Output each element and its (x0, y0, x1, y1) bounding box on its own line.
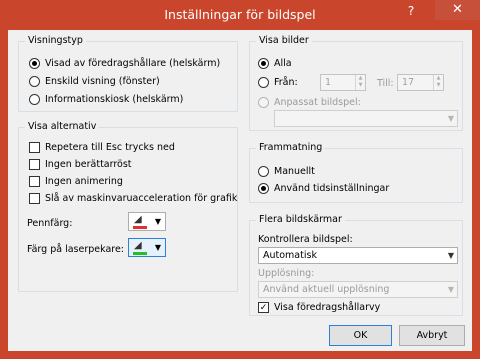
checkbox-label: Ingen berättarröst (45, 158, 132, 170)
group-flera-bildskarmar: Flera bildskärmar Kontrollera bildspel: … (249, 214, 463, 316)
chevron-down-icon: ▼ (154, 217, 161, 226)
pen-color-button[interactable]: ◢ ▼ (128, 212, 166, 231)
radio-from-slides[interactable]: Från: (258, 75, 298, 89)
to-slide-input[interactable]: 17 ▲ ▼ (397, 74, 444, 91)
checkbox[interactable]: ✓ (258, 301, 269, 313)
monitor-label: Kontrollera bildspel: (258, 233, 353, 245)
checkbox-label: Visa föredragshållarvy (274, 301, 381, 313)
group-frammatning: Frammatning Manuellt Använd tidsinställn… (249, 142, 463, 203)
to-label: Till: (377, 77, 394, 89)
radio-button[interactable] (258, 57, 269, 69)
pen-color-swatch (133, 226, 147, 229)
checkbox-no-narration[interactable]: Ingen berättarröst (29, 157, 132, 171)
group-title-flera-bildskarmar: Flera bildskärmar (256, 214, 345, 226)
radio-option-presenter[interactable]: Visad av föredragshållare (helskärm) (29, 56, 220, 70)
laser-color-swatch (133, 252, 147, 255)
laser-color-button[interactable]: ◢ ▼ (128, 238, 166, 257)
monitor-select[interactable]: Automatisk ▼ (258, 247, 458, 264)
checkbox-label: Repetera till Esc trycks ned (45, 141, 175, 153)
radio-label: Anpassat bildspel: (274, 96, 361, 108)
radio-label: Visad av föredragshållare (helskärm) (45, 57, 221, 69)
radio-manual[interactable]: Manuellt (258, 164, 315, 178)
group-title-visa-alternativ: Visa alternativ (25, 121, 100, 133)
radio-label: Enskild visning (fönster) (45, 75, 160, 87)
spin-arrows-icon[interactable]: ▲ ▼ (355, 75, 365, 90)
group-visningstyp: Visningstyp Visad av föredragshållare (h… (18, 35, 238, 112)
checkbox-loop[interactable]: Repetera till Esc trycks ned (29, 140, 175, 154)
cancel-button[interactable]: Avbryt (399, 325, 465, 346)
checkbox-disable-hw-accel[interactable]: Slå av maskinvaruacceleration för grafik (29, 191, 237, 205)
from-slide-input[interactable]: 1 ▲ ▼ (320, 74, 366, 91)
radio-button[interactable] (29, 93, 40, 105)
dialog-body: Visningstyp Visad av föredragshållare (h… (8, 30, 472, 351)
monitor-value: Automatisk (263, 250, 317, 261)
paint-bucket-icon: ◢ (134, 240, 142, 251)
paint-bucket-icon: ◢ (134, 214, 142, 225)
chevron-down-icon: ▼ (447, 285, 454, 294)
group-visa-bilder: Visa bilder Alla Från: 1 ▲ ▼ Till: 17 ▲ ▼ … (249, 35, 463, 131)
radio-button[interactable] (258, 182, 269, 194)
chevron-down-icon: ▼ (154, 243, 161, 252)
radio-label: Använd tidsinställningar (274, 182, 390, 194)
chevron-down-icon: ▼ (447, 251, 454, 260)
close-icon[interactable]: ✕ (435, 0, 480, 20)
radio-label: Informationskiosk (helskärm) (45, 93, 184, 105)
group-title-frammatning: Frammatning (256, 142, 326, 154)
radio-option-kiosk[interactable]: Informationskiosk (helskärm) (29, 92, 183, 106)
checkbox-label: Slå av maskinvaruacceleration för grafik (45, 192, 238, 204)
dialog-window: Inställningar för bildspel ? ✕ Visningst… (0, 0, 480, 359)
radio-all-slides[interactable]: Alla (258, 56, 292, 70)
radio-button[interactable] (258, 76, 269, 88)
radio-button[interactable] (29, 57, 40, 69)
chevron-down-icon: ▼ (447, 114, 454, 123)
resolution-select[interactable]: Använd aktuell upplösning ▼ (258, 281, 458, 298)
custom-show-select[interactable]: ▼ (274, 110, 458, 127)
resolution-label: Upplösning: (258, 267, 315, 279)
radio-label: Alla (274, 57, 292, 69)
checkbox-label: Ingen animering (45, 175, 123, 187)
radio-option-individual[interactable]: Enskild visning (fönster) (29, 74, 160, 88)
from-slide-value: 1 (325, 77, 332, 88)
group-title-visa-bilder: Visa bilder (256, 35, 312, 47)
resolution-value: Använd aktuell upplösning (263, 284, 390, 295)
checkbox[interactable] (29, 158, 40, 170)
pen-color-label: Pennfärg: (27, 217, 73, 229)
ok-button[interactable]: OK (329, 325, 392, 346)
checkbox[interactable] (29, 141, 40, 153)
radio-label: Från: (274, 76, 298, 88)
radio-use-timings[interactable]: Använd tidsinställningar (258, 181, 389, 195)
title-bar[interactable]: Inställningar för bildspel ? ✕ (0, 0, 480, 30)
radio-button[interactable] (258, 165, 269, 177)
group-title-visningstyp: Visningstyp (25, 35, 86, 47)
to-slide-value: 17 (402, 77, 415, 88)
checkbox[interactable] (29, 192, 40, 204)
spin-arrows-icon[interactable]: ▲ ▼ (433, 75, 443, 90)
checkbox-presenter-view[interactable]: ✓ Visa föredragshållarvy (258, 300, 380, 314)
radio-button[interactable] (29, 75, 40, 87)
laser-color-label: Färg på laserpekare: (27, 243, 125, 255)
help-icon[interactable]: ? (402, 2, 420, 20)
radio-label: Manuellt (274, 165, 315, 177)
radio-custom-show[interactable]: Anpassat bildspel: (258, 95, 361, 109)
radio-button[interactable] (258, 96, 269, 108)
checkbox-no-animation[interactable]: Ingen animering (29, 174, 123, 188)
group-visa-alternativ: Visa alternativ Repetera till Esc trycks… (18, 121, 238, 292)
checkbox[interactable] (29, 175, 40, 187)
